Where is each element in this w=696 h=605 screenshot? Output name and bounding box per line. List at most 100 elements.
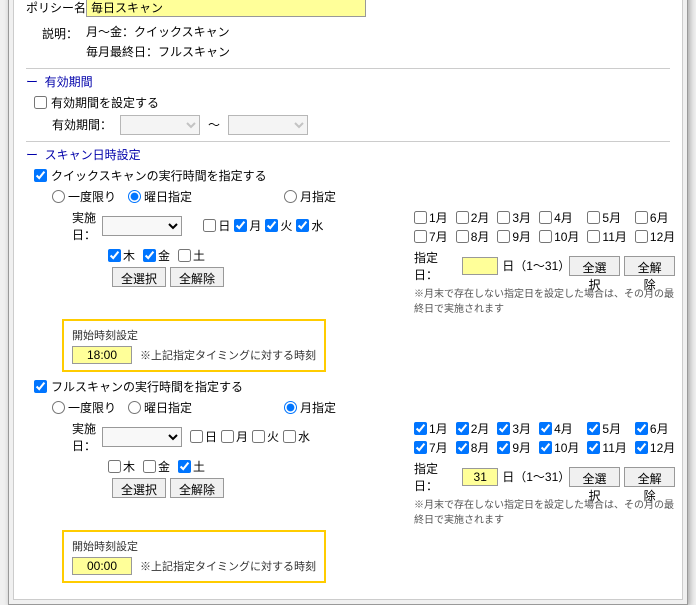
quick-scan-left: 実施日： 日 月 (52, 209, 402, 315)
policy-value-wrap (86, 0, 670, 17)
quick-weekly-radio[interactable] (128, 190, 141, 203)
full-specify-day-unit: 日（1～31） (502, 468, 565, 485)
scan-section-header: ー スキャン日時設定 (26, 141, 670, 163)
quick-wd-sat[interactable] (178, 249, 191, 262)
full-scan-checkbox[interactable] (34, 380, 47, 393)
full-scan-left: 実施日： 日 月 (52, 420, 402, 526)
quick-m9[interactable] (497, 230, 510, 243)
quick-m7[interactable] (414, 230, 427, 243)
quick-weekly-label[interactable]: 曜日指定 (128, 188, 192, 205)
quick-jitsu-label: 実施日： (52, 209, 102, 243)
full-weekly-radio[interactable] (128, 401, 141, 414)
quick-wd-tue[interactable] (265, 219, 278, 232)
full-m12[interactable] (635, 441, 648, 454)
full-day-clear-all-btn[interactable]: 全解除 (624, 467, 675, 487)
full-m10[interactable] (539, 441, 552, 454)
full-wd-sun[interactable] (190, 430, 203, 443)
full-jitsu-select[interactable] (102, 427, 182, 447)
quick-time-section-label: 開始時刻設定 (72, 327, 316, 343)
full-scan-radio-row: 一度限り 曜日指定 月指定 (52, 399, 670, 416)
quick-note: ※月末で存在しない指定日を設定した場合は、その月の最終日で実施されます (414, 285, 675, 315)
quick-specify-day-unit: 日（1～31） (502, 257, 565, 274)
full-scan-label: フルスキャンの実行時間を指定する (51, 378, 243, 395)
policy-row: ポリシー名： (26, 0, 670, 17)
quick-scan-twocol: 実施日： 日 月 (52, 209, 670, 315)
quick-day-select-all-btn[interactable]: 全選択 (569, 256, 620, 276)
quick-m11[interactable] (587, 230, 600, 243)
validity-tilde: ～ (208, 116, 220, 133)
quick-wd-wed[interactable] (296, 219, 309, 232)
validity-checkbox[interactable] (34, 96, 47, 109)
full-m3[interactable] (497, 422, 510, 435)
quick-scan-label: クイックスキャンの実行時間を指定する (51, 167, 267, 184)
quick-m2[interactable] (456, 211, 469, 224)
full-m6[interactable] (635, 422, 648, 435)
quick-wd-fri[interactable] (143, 249, 156, 262)
full-specify-day-input[interactable] (462, 468, 498, 486)
quick-time-box: 開始時刻設定 ※上記指定タイミングに対する時刻 (62, 319, 326, 372)
full-m11[interactable] (587, 441, 600, 454)
quick-wd-mon[interactable] (234, 219, 247, 232)
quick-m8[interactable] (456, 230, 469, 243)
quick-wd-thu[interactable] (108, 249, 121, 262)
full-m2[interactable] (456, 422, 469, 435)
quick-once-label[interactable]: 一度限り (52, 188, 116, 205)
quick-m4[interactable] (539, 211, 552, 224)
full-m5[interactable] (587, 422, 600, 435)
quick-m3[interactable] (497, 211, 510, 224)
quick-specify-day-input[interactable] (462, 257, 498, 275)
full-wd-mon[interactable] (221, 430, 234, 443)
quick-jitsu-row: 実施日： 日 月 (52, 209, 402, 243)
scan-content: クイックスキャンの実行時間を指定する 一度限り 曜日指定 (26, 167, 670, 583)
quick-once-radio[interactable] (52, 190, 65, 203)
full-m1[interactable] (414, 422, 427, 435)
full-wd-tue[interactable] (252, 430, 265, 443)
quick-scan-checkbox[interactable] (34, 169, 47, 182)
full-m9[interactable] (497, 441, 510, 454)
validity-end-select[interactable] (228, 115, 308, 135)
quick-time-input[interactable] (72, 346, 132, 364)
quick-m12[interactable] (635, 230, 648, 243)
validity-period-row: 有効期間： ～ (34, 115, 670, 135)
full-day-select-all-btn[interactable]: 全選択 (569, 467, 620, 487)
quick-jitsu-select[interactable] (102, 216, 182, 236)
full-btn-row: 全選択 全解除 (112, 478, 402, 498)
full-monthly-grid: 1月 2月 3月 4月 5月 6月 7月 8月 9月 10月 11月 (414, 420, 675, 456)
quick-specify-day-row: 指定日： 日（1～31） 全選択 全解除 (414, 249, 675, 283)
full-monthly-radio[interactable] (284, 401, 297, 414)
full-m7[interactable] (414, 441, 427, 454)
quick-scan-right: 1月 2月 3月 4月 5月 6月 7月 8月 9月 10月 11月 (402, 209, 675, 315)
full-wd-sat[interactable] (178, 460, 191, 473)
quick-monthly-label[interactable]: 月指定 (284, 188, 336, 205)
desc-line1: 月～金：クイックスキャン (86, 23, 670, 42)
quick-clear-all-btn[interactable]: 全解除 (170, 267, 224, 287)
full-m8[interactable] (456, 441, 469, 454)
validity-start-select[interactable] (120, 115, 200, 135)
full-once-label[interactable]: 一度限り (52, 399, 116, 416)
full-time-input[interactable] (72, 557, 132, 575)
full-wd-wed[interactable] (283, 430, 296, 443)
quick-m10[interactable] (539, 230, 552, 243)
quick-scan-checkbox-row: クイックスキャンの実行時間を指定する (34, 167, 670, 184)
full-scan-checkbox-row: フルスキャンの実行時間を指定する (34, 378, 670, 395)
quick-m6[interactable] (635, 211, 648, 224)
full-wd-fri[interactable] (143, 460, 156, 473)
validity-period-label: 有効期間： (52, 116, 112, 133)
quick-select-all-btn[interactable]: 全選択 (112, 267, 166, 287)
full-once-radio[interactable] (52, 401, 65, 414)
validity-content: 有効期間を設定する 有効期間： ～ (26, 94, 670, 135)
full-clear-all-btn[interactable]: 全解除 (170, 478, 224, 498)
full-wd-thu[interactable] (108, 460, 121, 473)
full-select-all-btn[interactable]: 全選択 (112, 478, 166, 498)
quick-wd-sun[interactable] (203, 219, 216, 232)
policy-name-input[interactable] (86, 0, 366, 17)
full-weekly-label[interactable]: 曜日指定 (128, 399, 192, 416)
quick-monthly-radio[interactable] (284, 190, 297, 203)
quick-m1[interactable] (414, 211, 427, 224)
full-time-row: ※上記指定タイミングに対する時刻 (72, 557, 316, 575)
quick-day-clear-all-btn[interactable]: 全解除 (624, 256, 675, 276)
full-m4[interactable] (539, 422, 552, 435)
full-monthly-label[interactable]: 月指定 (284, 399, 336, 416)
quick-m5[interactable] (587, 211, 600, 224)
full-scan-twocol: 実施日： 日 月 (52, 420, 670, 526)
